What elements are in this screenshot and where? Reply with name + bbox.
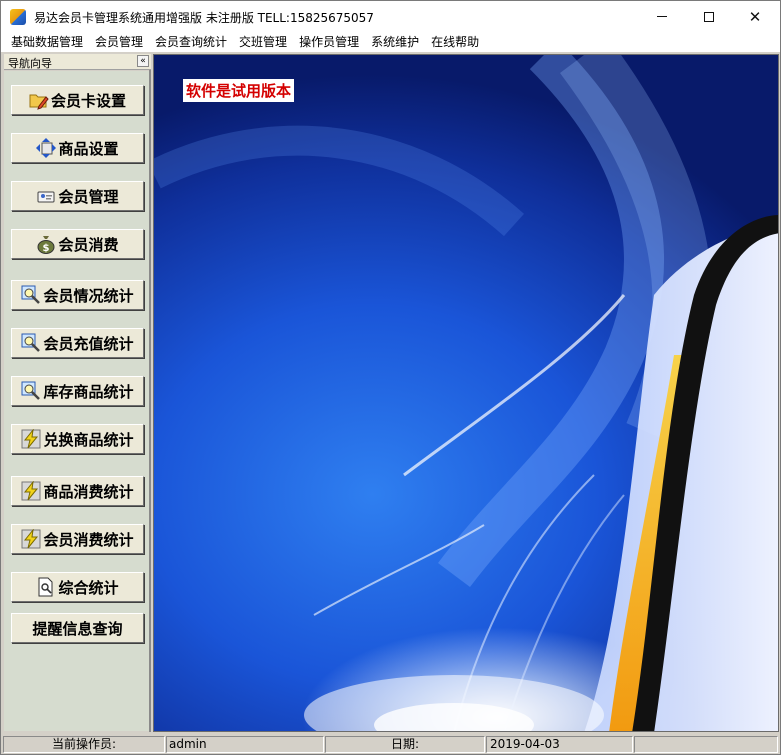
move-arrows-icon	[36, 138, 57, 158]
nav-button-member-card-settings[interactable]: 会员卡设置	[11, 85, 144, 115]
content-area: 软件是试用版本	[153, 54, 779, 732]
nav-button-label: 会员卡设置	[50, 91, 126, 110]
nav-title: 导航向导	[8, 57, 52, 70]
status-bar: 当前操作员: admin 日期: 2019-04-03	[0, 734, 781, 755]
nav-button-label: 会员管理	[58, 187, 119, 206]
nav-button-inventory-stats[interactable]: 库存商品统计	[11, 376, 144, 406]
magnifier-chart-icon	[21, 381, 41, 401]
menu-online-help[interactable]: 在线帮助	[425, 32, 485, 52]
nav-button-reminder-query[interactable]: 提醒信息查询	[11, 613, 144, 643]
nav-button-comprehensive-stats[interactable]: 综合统计	[11, 572, 144, 602]
lightning-icon	[21, 481, 41, 501]
magnifier-chart-icon	[21, 333, 41, 353]
maximize-icon	[704, 11, 714, 22]
date-value: 2019-04-03	[486, 736, 633, 753]
money-bag-icon: $	[36, 234, 56, 254]
maximize-button[interactable]	[686, 1, 732, 32]
menu-member-query[interactable]: 会员查询统计	[149, 32, 233, 52]
date-label: 日期:	[325, 736, 485, 753]
nav-button-label: 兑换商品统计	[43, 430, 134, 449]
nav-header: 导航向导 «	[4, 54, 151, 70]
title-bar: 易达会员卡管理系统通用增强版 未注册版 TELL:15825675057 ✕	[0, 0, 781, 32]
menu-operator-management[interactable]: 操作员管理	[293, 32, 365, 52]
nav-button-exchange-stats[interactable]: 兑换商品统计	[11, 424, 144, 454]
status-empty-cell	[634, 736, 778, 753]
nav-button-member-management[interactable]: 会员管理	[11, 181, 144, 211]
document-search-icon	[36, 577, 56, 597]
nav-button-label: 会员消费	[58, 235, 119, 254]
nav-button-label: 会员充值统计	[43, 334, 134, 353]
menu-basic-data[interactable]: 基础数据管理	[5, 32, 89, 52]
card-user-icon	[36, 186, 56, 206]
close-button[interactable]: ✕	[732, 1, 778, 32]
trial-notice: 软件是试用版本	[183, 79, 295, 102]
svg-text:$: $	[43, 243, 50, 254]
menu-shift-management[interactable]: 交班管理	[233, 32, 293, 52]
collapse-nav-button[interactable]: «	[137, 55, 149, 67]
app-icon	[10, 9, 26, 25]
nav-button-product-settings[interactable]: 商品设置	[11, 133, 144, 163]
background-art	[154, 55, 778, 731]
nav-panel: 导航向导 « 会员卡设置 商品设置 会员管理 $ 会员消费 会员情况统计 会员充…	[4, 54, 151, 732]
window-title: 易达会员卡管理系统通用增强版 未注册版 TELL:15825675057	[34, 11, 374, 25]
nav-button-label: 会员情况统计	[43, 286, 134, 305]
operator-value: admin	[166, 736, 324, 753]
nav-body: 会员卡设置 商品设置 会员管理 $ 会员消费 会员情况统计 会员充值统计 库存商…	[4, 71, 149, 731]
menu-bar: 基础数据管理 会员管理 会员查询统计 交班管理 操作员管理 系统维护 在线帮助	[0, 32, 781, 52]
nav-button-label: 提醒信息查询	[32, 619, 123, 638]
folder-pencil-icon	[29, 90, 49, 110]
operator-label: 当前操作员:	[3, 736, 165, 753]
nav-button-label: 综合统计	[58, 578, 119, 597]
nav-button-label: 库存商品统计	[43, 382, 134, 401]
menu-member-management[interactable]: 会员管理	[89, 32, 149, 52]
nav-button-product-consumption-stats[interactable]: 商品消费统计	[11, 476, 144, 506]
nav-button-label: 商品设置	[58, 139, 119, 158]
magnifier-chart-icon	[21, 285, 41, 305]
lightning-icon	[21, 429, 41, 449]
lightning-icon	[21, 529, 41, 549]
nav-button-member-status-stats[interactable]: 会员情况统计	[11, 280, 144, 310]
close-icon: ✕	[748, 7, 762, 26]
nav-button-member-recharge-stats[interactable]: 会员充值统计	[11, 328, 144, 358]
minimize-icon	[657, 16, 667, 17]
minimize-button[interactable]	[639, 1, 685, 32]
nav-button-member-consumption[interactable]: $ 会员消费	[11, 229, 144, 259]
menu-system-maintenance[interactable]: 系统维护	[365, 32, 425, 52]
nav-button-label: 商品消费统计	[43, 482, 134, 501]
main-frame: 导航向导 « 会员卡设置 商品设置 会员管理 $ 会员消费 会员情况统计 会员充…	[0, 52, 781, 734]
nav-button-member-consumption-stats[interactable]: 会员消费统计	[11, 524, 144, 554]
nav-button-label: 会员消费统计	[43, 530, 134, 549]
